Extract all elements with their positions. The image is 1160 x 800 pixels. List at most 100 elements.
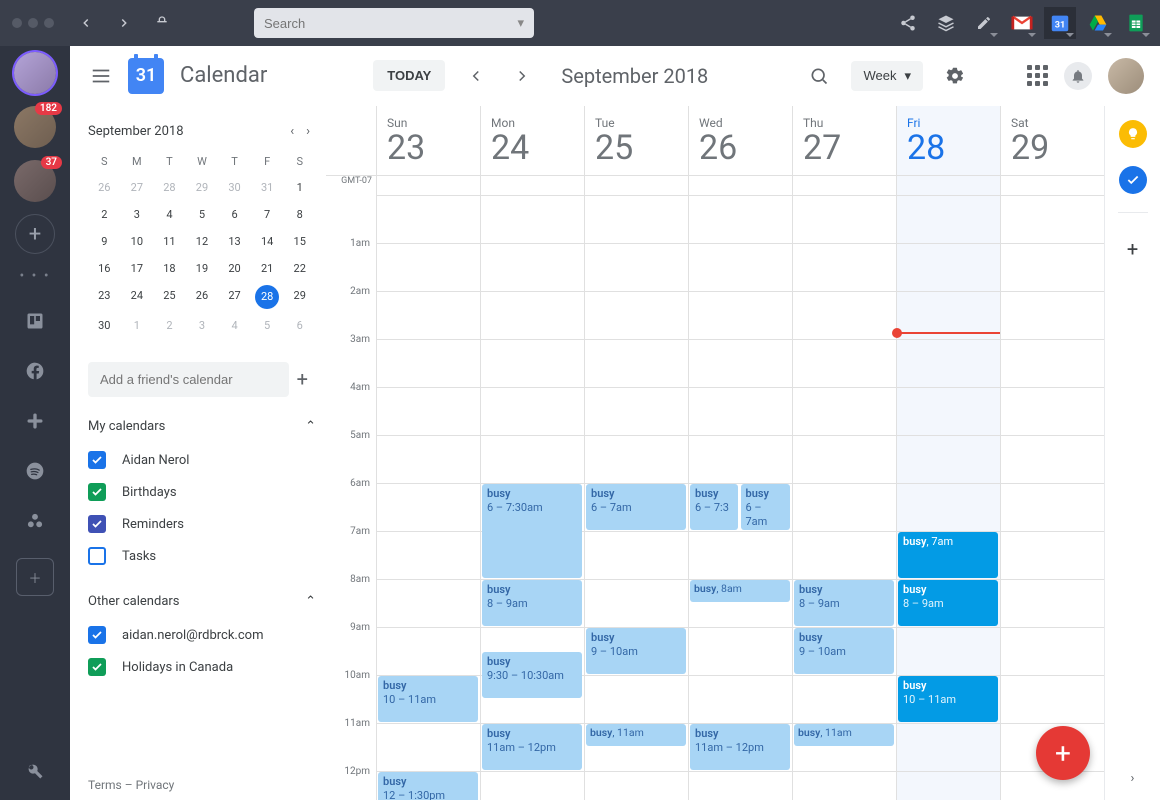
time-cell[interactable] — [584, 292, 688, 340]
event[interactable]: busy6 – 7:3 — [690, 484, 738, 530]
time-cell[interactable]: busy, 11am — [792, 724, 896, 772]
next-week-button[interactable] — [507, 61, 537, 91]
event[interactable]: busy9:30 – 10:30am — [482, 652, 582, 698]
mini-day[interactable]: 7 — [251, 201, 284, 228]
time-cell[interactable] — [896, 724, 1000, 772]
time-cell[interactable] — [792, 532, 896, 580]
mini-day[interactable]: 18 — [153, 255, 186, 282]
mini-day[interactable]: 5 — [251, 312, 284, 339]
time-cell[interactable] — [376, 724, 480, 772]
time-cell[interactable] — [376, 340, 480, 388]
google-apps-icon[interactable] — [1027, 65, 1048, 86]
time-cell[interactable] — [480, 436, 584, 484]
mini-day[interactable]: 4 — [153, 201, 186, 228]
gear-icon[interactable] — [939, 60, 971, 92]
add-friend-plus-button[interactable]: + — [289, 361, 316, 397]
time-cell[interactable] — [1000, 436, 1104, 484]
time-cell[interactable] — [1000, 292, 1104, 340]
time-cell[interactable] — [376, 244, 480, 292]
time-cell[interactable]: busy10 – 11am — [896, 676, 1000, 724]
create-event-fab[interactable]: + — [1036, 726, 1090, 780]
mini-day[interactable]: 10 — [121, 228, 154, 255]
time-cell[interactable] — [688, 628, 792, 676]
time-cell[interactable] — [480, 196, 584, 244]
mini-day[interactable]: 8 — [283, 201, 316, 228]
calendar-row[interactable]: Aidan Nerol — [88, 444, 316, 476]
time-cell[interactable] — [1000, 532, 1104, 580]
hamburger-icon[interactable] — [90, 65, 112, 87]
incognito-icon[interactable] — [146, 7, 178, 39]
event[interactable]: busy10 – 11am — [378, 676, 478, 722]
mini-day[interactable]: 31 — [251, 174, 284, 201]
mini-day[interactable]: 21 — [251, 255, 284, 282]
time-cell[interactable] — [792, 676, 896, 724]
calendar-checkbox[interactable] — [88, 547, 106, 565]
facebook-icon[interactable] — [16, 352, 54, 390]
time-cell[interactable] — [792, 196, 896, 244]
nav-forward-button[interactable] — [108, 7, 140, 39]
mini-next-button[interactable]: › — [300, 120, 316, 143]
profile-avatar[interactable] — [1108, 58, 1144, 94]
event[interactable]: busy6 – 7am — [741, 484, 791, 530]
time-cell[interactable] — [376, 436, 480, 484]
mini-day[interactable]: 3 — [186, 312, 219, 339]
event[interactable]: busy, 7am — [898, 532, 998, 578]
mini-day[interactable]: 29 — [283, 282, 316, 312]
time-cell[interactable] — [480, 244, 584, 292]
privacy-link[interactable]: Privacy — [136, 778, 175, 792]
calendar-checkbox[interactable] — [88, 658, 106, 676]
time-cell[interactable] — [1000, 484, 1104, 532]
mini-day[interactable]: 11 — [153, 228, 186, 255]
nav-back-button[interactable] — [70, 7, 102, 39]
time-cell[interactable] — [584, 340, 688, 388]
traffic-dot[interactable] — [12, 18, 22, 28]
time-cell[interactable]: busy6 – 7am — [584, 484, 688, 532]
event[interactable]: busy8 – 9am — [794, 580, 894, 626]
add-workspace-button[interactable]: + — [15, 214, 55, 254]
allday-cell[interactable] — [1000, 176, 1104, 196]
allday-cell[interactable] — [584, 176, 688, 196]
time-cell[interactable] — [584, 580, 688, 628]
mini-day[interactable]: 22 — [283, 255, 316, 282]
time-cell[interactable] — [792, 292, 896, 340]
time-cell[interactable] — [376, 628, 480, 676]
event[interactable]: busy9 – 10am — [794, 628, 894, 674]
prev-week-button[interactable] — [461, 61, 491, 91]
mini-day[interactable]: 28 — [153, 174, 186, 201]
time-cell[interactable]: busy11am – 12pm — [688, 724, 792, 772]
mini-day[interactable]: 16 — [88, 255, 121, 282]
time-cell[interactable] — [376, 484, 480, 532]
time-cell[interactable] — [896, 244, 1000, 292]
time-cell[interactable] — [480, 292, 584, 340]
more-icon[interactable]: • • • — [19, 268, 50, 284]
mini-day[interactable]: 3 — [121, 201, 154, 228]
mini-day[interactable]: 26 — [186, 282, 219, 312]
trello-icon[interactable] — [16, 302, 54, 340]
time-cell[interactable]: busy8 – 9am — [792, 580, 896, 628]
calendar-row[interactable]: Birthdays — [88, 476, 316, 508]
time-cell[interactable]: busy10 – 11am — [376, 676, 480, 724]
time-cell[interactable] — [584, 676, 688, 724]
time-cell[interactable] — [1000, 340, 1104, 388]
mini-day[interactable]: 29 — [186, 174, 219, 201]
google-drive-icon[interactable] — [1082, 7, 1114, 39]
asana-icon[interactable] — [16, 502, 54, 540]
mini-day[interactable]: 20 — [218, 255, 251, 282]
time-cell[interactable] — [688, 292, 792, 340]
time-cell[interactable] — [584, 196, 688, 244]
other-calendars-toggle[interactable]: Other calendars⌃ — [88, 594, 316, 609]
google-sheets-icon[interactable] — [1120, 7, 1152, 39]
mini-day[interactable]: 2 — [88, 201, 121, 228]
day-header[interactable]: Thu27 — [792, 106, 896, 175]
mini-day[interactable]: 2 — [153, 312, 186, 339]
keep-icon[interactable] — [1119, 120, 1147, 148]
time-cell[interactable]: busy9:30 – 10:30am — [480, 628, 584, 676]
add-addon-button[interactable]: + — [1127, 237, 1138, 261]
allday-cell[interactable] — [688, 176, 792, 196]
time-cell[interactable] — [896, 772, 1000, 800]
time-cell[interactable] — [480, 340, 584, 388]
calendar-row[interactable]: Holidays in Canada — [88, 651, 316, 683]
time-cell[interactable] — [688, 388, 792, 436]
time-cell[interactable] — [584, 436, 688, 484]
time-cell[interactable] — [896, 628, 1000, 676]
